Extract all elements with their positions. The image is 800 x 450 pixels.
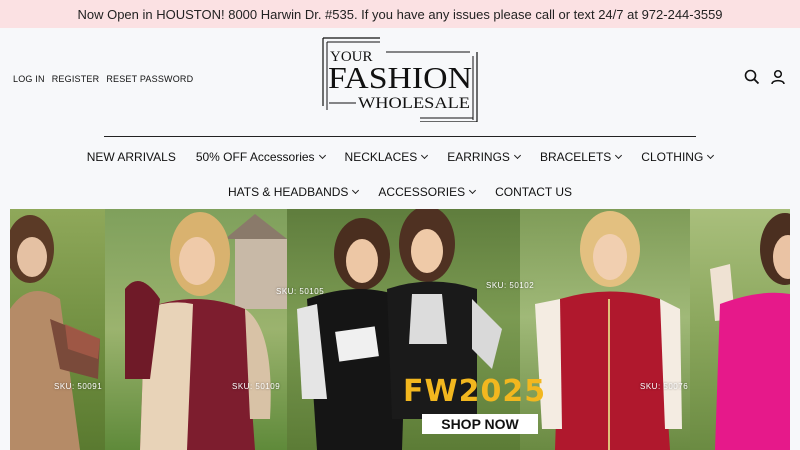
logo-line3: WHOLESALE: [358, 95, 470, 112]
chevron-down-icon: [615, 151, 623, 160]
chevron-down-icon: [469, 186, 477, 195]
user-icon[interactable]: [770, 69, 786, 85]
site-logo[interactable]: YOUR FASHION WHOLESALE: [320, 36, 480, 123]
nav-label: NECKLACES: [344, 150, 418, 164]
hero-photo-4: [520, 209, 690, 450]
header-icons: [744, 69, 786, 85]
hero-photo-2: [105, 209, 287, 450]
nav-label: CONTACT US: [495, 185, 573, 199]
nav-label: CLOTHING: [641, 150, 704, 164]
nav-label: NEW ARRIVALS: [86, 150, 176, 164]
nav-bracelets[interactable]: BRACELETS: [539, 150, 623, 164]
nav-label: BRACELETS: [539, 150, 612, 164]
header-divider: [104, 136, 696, 137]
hero-photo-5: [690, 209, 790, 450]
sku-label: SKU: 50109: [232, 382, 281, 391]
register-link[interactable]: REGISTER: [52, 74, 100, 84]
announcement-text: Now Open in HOUSTON! 8000 Harwin Dr. #53…: [77, 6, 723, 22]
nav-clothing[interactable]: CLOTHING: [641, 150, 715, 164]
shop-now-button[interactable]: SHOP NOW: [422, 414, 538, 434]
sku-label: SKU: 50076: [640, 382, 689, 391]
site-header: LOG IN REGISTER RESET PASSWORD YOUR FASH…: [0, 28, 800, 136]
nav-new-arrivals[interactable]: NEW ARRIVALS: [87, 150, 176, 164]
main-nav-row-1: NEW ARRIVALS 50% OFF Accessories NECKLAC…: [0, 150, 800, 164]
main-nav-row-2: HATS & HEADBANDS ACCESSORIES CONTACT US: [0, 185, 800, 199]
chevron-down-icon: [318, 151, 326, 160]
account-links: LOG IN REGISTER RESET PASSWORD: [13, 74, 193, 84]
nav-hats-headbands[interactable]: HATS & HEADBANDS: [227, 185, 360, 199]
nav-50-off-accessories[interactable]: 50% OFF Accessories: [195, 150, 326, 164]
announcement-bar: Now Open in HOUSTON! 8000 Harwin Dr. #53…: [0, 0, 800, 28]
nav-accessories[interactable]: ACCESSORIES: [378, 185, 477, 199]
nav-contact-us[interactable]: CONTACT US: [495, 185, 572, 199]
nav-necklaces[interactable]: NECKLACES: [344, 150, 429, 164]
nav-label: EARRINGS: [447, 150, 510, 164]
chevron-down-icon: [707, 151, 715, 160]
hero-photo-1: [10, 209, 105, 450]
nav-earrings[interactable]: EARRINGS: [447, 150, 521, 164]
login-link[interactable]: LOG IN: [13, 74, 45, 84]
nav-label: 50% OFF Accessories: [195, 150, 315, 164]
search-icon[interactable]: [744, 69, 760, 85]
chevron-down-icon: [421, 151, 429, 160]
hero-headline: FW2025: [403, 374, 547, 409]
chevron-down-icon: [352, 186, 360, 195]
logo-line2: FASHION: [328, 60, 472, 95]
nav-label: ACCESSORIES: [378, 185, 466, 199]
nav-label: HATS & HEADBANDS: [227, 185, 349, 199]
sku-label: SKU: 50102: [486, 281, 535, 290]
reset-password-link[interactable]: RESET PASSWORD: [106, 74, 193, 84]
hero-banner[interactable]: SKU: 50091 SKU: 50109 SKU: 50105 SKU: 50…: [10, 209, 790, 450]
sku-label: SKU: 50091: [54, 382, 103, 391]
chevron-down-icon: [513, 151, 521, 160]
sku-label: SKU: 50105: [276, 287, 325, 296]
